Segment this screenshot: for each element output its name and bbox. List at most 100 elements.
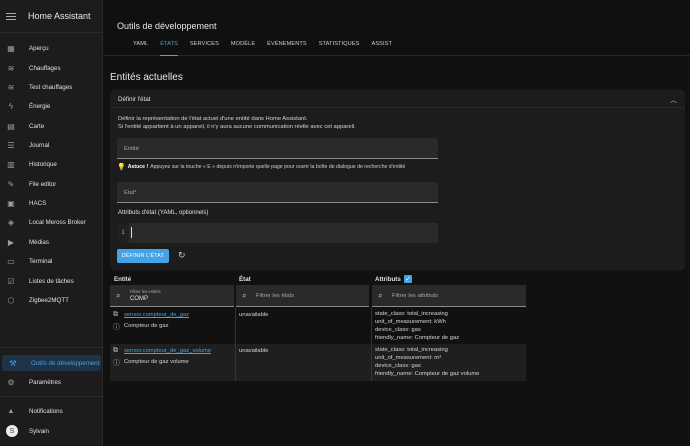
sidebar-item-notifications[interactable]: ▲ Notifications [0,403,103,419]
state-value: unavailable [239,348,269,354]
sidebar-item-local-meross-broker[interactable]: ◈ Local Meross Broker [0,214,103,230]
filter-entities-value: COMP [130,296,148,302]
hammer-icon: ⚒ [9,358,17,368]
attributes-cell: state_class: total_increasing unit_of_me… [371,308,526,344]
sidebar-item-test-chauffages[interactable]: ≋ Test chauffages [0,79,103,95]
tip-bold: Astuce ! [127,164,149,170]
attributes-checkbox[interactable]: ✓ [404,275,412,283]
sidebar-item-file-editor[interactable]: ✎ File editor [0,176,103,192]
main-content: Entités actuelles Définir l'état ︿ Défin… [103,57,690,446]
attribute-line: device_class: gas [375,363,421,369]
sidebar-item-listes-de-taches[interactable]: ☑ Listes de tâches [0,273,103,289]
entity-friendly-name: Compteur de gaz [124,323,169,329]
tab-evenements[interactable]: ÉVÉNEMENTS [267,41,307,56]
entity-friendly-name: Compteur de gaz volume [124,359,189,365]
cog-icon: ⚙ [7,377,15,387]
hacs-icon: ▣ [7,198,15,208]
set-state-title[interactable]: Définir l'état [118,96,150,103]
content-copy-icon[interactable]: ⧉ [113,311,118,319]
search-icon: ⌕ [242,291,247,300]
attributes-cell: state_class: total_increasing unit_of_me… [371,344,526,381]
entity-field[interactable]: Entité [117,138,438,159]
attribute-line: friendly_name: Compteur de gaz volume [375,371,480,377]
yaml-label: Attributs d'état (YAML, optionnels) [118,210,209,216]
sidebar-item-medias[interactable]: ▶ Médias [0,234,103,250]
search-icon: ⌕ [378,291,383,300]
sidebar-item-label: Médias [29,238,49,246]
sidebar-item-label: Notifications [29,407,63,415]
information-icon[interactable]: ⓘ [113,358,120,368]
sidebar-item-label: Paramètres [29,378,61,386]
set-state-desc-2: Si l'entité appartient à un appareil, il… [118,124,356,130]
sidebar-item-terminal[interactable]: ▭ Terminal [0,253,103,269]
attribute-line: state_class: total_increasing [375,347,448,353]
sidebar-item-label: Carte [29,122,45,130]
sidebar-item-label: Outils de développement [31,359,100,367]
tab-yaml[interactable]: YAML [133,41,148,56]
sidebar-item-energie[interactable]: ϟ Énergie [0,98,103,114]
sidebar-item-zigbee2mqtt[interactable]: ⬡ Zigbee2MQTT [0,292,103,308]
state-field[interactable]: État* [117,182,438,203]
column-header-attributes[interactable]: Attributs [375,276,401,283]
sidebar-item-label: Test chauffages [29,83,73,91]
app-window: Home Assistant ▦ Aperçu ≋ Chauffages ≋ Test… [0,0,690,446]
tip-line: 💡 Astuce ! Appuyez sur la touche « E » d… [117,163,405,171]
table-row: ⧉ sensor.compteur_de_gaz ⓘ Compteur de g… [110,308,526,344]
format-list-icon: ☰ [7,140,15,150]
tab-services[interactable]: SERVICES [190,41,219,56]
set-state-button[interactable]: DÉFINIR L'ÉTAT [117,249,169,263]
attribute-line: device_class: gas [375,327,421,333]
state-cell: unavailable [235,308,371,344]
text-cursor [131,227,132,238]
entity-id-link[interactable]: sensor.compteur_de_gaz_volume [124,348,211,354]
bell-icon: ▲ [7,407,15,415]
table-row: ⧉ sensor.compteur_de_gaz_volume ⓘ Compte… [110,344,526,381]
sidebar-item-parametres[interactable]: ⚙ Paramètres [0,374,103,390]
menu-icon[interactable] [6,11,16,21]
sidebar-title: Home Assistant [28,11,91,21]
search-icon: ⌕ [116,291,121,300]
chart-box-icon: ▥ [7,159,15,169]
filter-entities-input[interactable]: ⌕ Filtrer les entités COMP [110,285,234,307]
tab-assist[interactable]: ASSIST [371,41,392,56]
sidebar-item-historique[interactable]: ▥ Historique [0,156,103,172]
filter-states-placeholder: Filtrer les états [256,293,295,299]
entity-id-link[interactable]: sensor.compteur_de_gaz [124,312,189,318]
tab-etats[interactable]: ÉTATS [160,41,178,56]
column-header-entity[interactable]: Entité [114,276,131,283]
page-header-title: Outils de développement [117,21,217,31]
map-icon: ▤ [7,121,15,131]
sidebar-item-dev-tools[interactable]: ⚒ Outils de développement [2,355,101,371]
sidebar-user[interactable]: S Sylvain [0,423,103,439]
chevron-up-icon[interactable]: ︿ [670,95,677,105]
card-divider [110,107,685,108]
refresh-icon[interactable]: ↻ [178,250,186,261]
sidebar-item-chauffages[interactable]: ≋ Chauffages [0,60,103,76]
filter-states-input[interactable]: ⌕ Filtrer les états [236,285,369,307]
entity-field-label: Entité [124,146,139,152]
tab-statistiques[interactable]: STATISTIQUES [319,41,360,56]
sidebar-item-carte[interactable]: ▤ Carte [0,118,103,134]
sidebar-item-label: Historique [29,160,57,168]
sidebar-item-label: Chauffages [29,64,61,72]
filter-entities-label: Filtrer les entités [130,289,161,294]
sidebar-item-hacs[interactable]: ▣ HACS [0,195,103,211]
yaml-editor[interactable]: 1 [117,223,438,243]
sidebar-item-journal[interactable]: ☰ Journal [0,137,103,153]
sidebar: Home Assistant ▦ Aperçu ≋ Chauffages ≋ Test… [0,0,103,446]
lightning-bolt-icon: ϟ [8,101,14,111]
content-copy-icon[interactable]: ⧉ [113,347,118,355]
information-icon[interactable]: ⓘ [113,322,120,332]
sidebar-item-label: Terminal [29,257,53,265]
sidebar-item-apercu[interactable]: ▦ Aperçu [0,40,103,56]
tab-bar: YAML ÉTATS SERVICES MODÈLE ÉVÉNEMENTS ST… [133,41,404,56]
lightbulb-icon: 💡 [117,164,126,171]
filter-attributes-input[interactable]: ⌕ Filtrer les attributs [372,285,526,307]
column-header-state[interactable]: État [239,276,251,283]
sidebar-item-label: Listes de tâches [29,277,74,285]
attribute-line: state_class: total_increasing [375,311,448,317]
tab-modele[interactable]: MODÈLE [231,41,255,56]
wrench-icon: ✎ [7,179,15,189]
sidebar-item-label: Journal [29,141,50,149]
console-icon: ▭ [7,256,15,266]
